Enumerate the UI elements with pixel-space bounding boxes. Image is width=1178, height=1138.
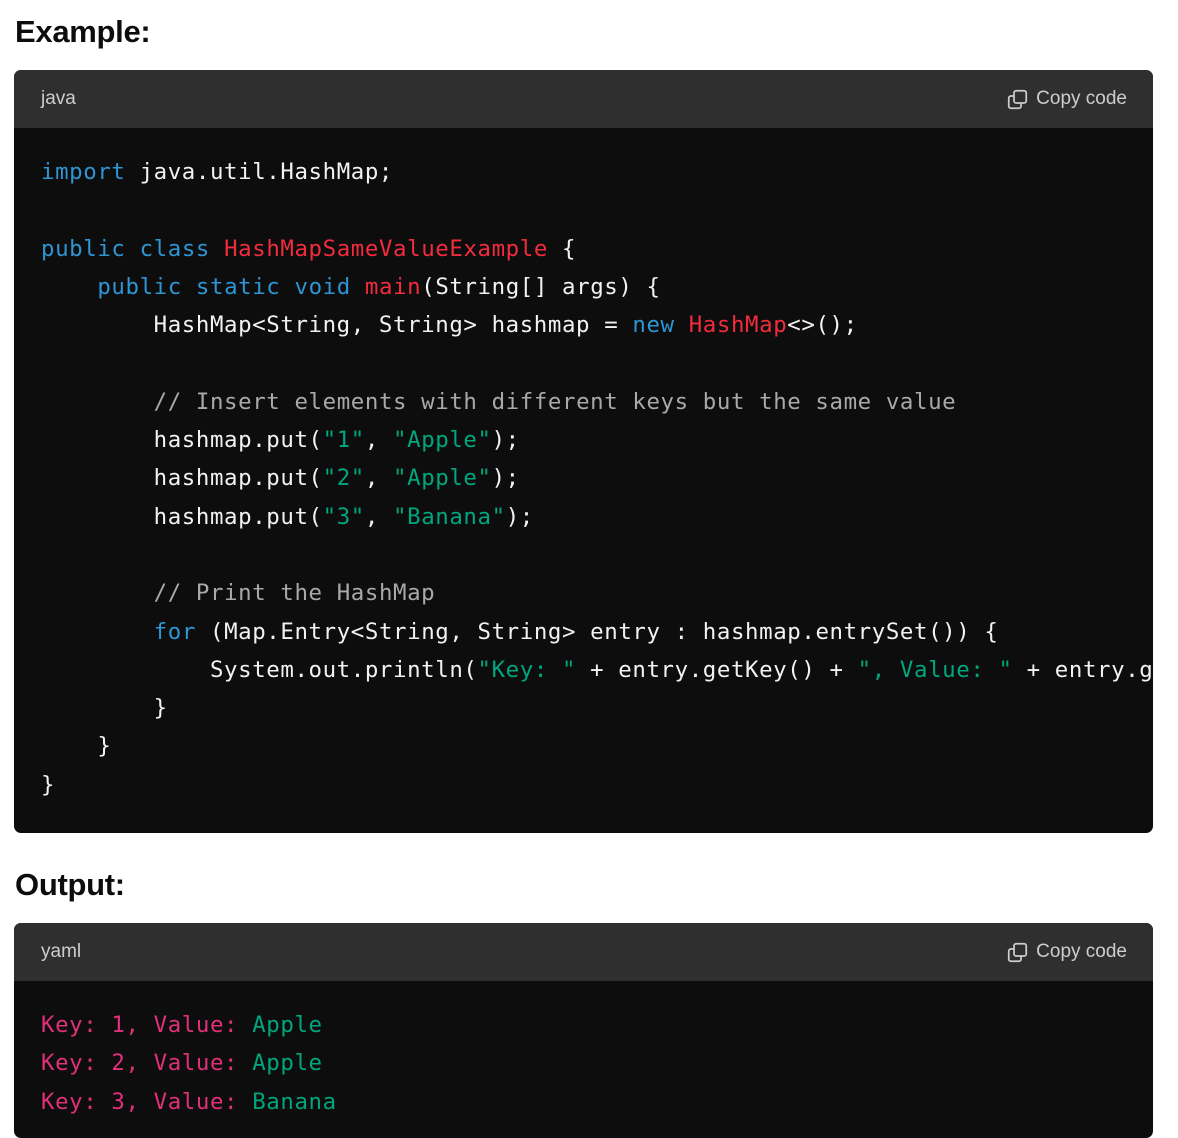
code-token: "2"	[322, 465, 365, 492]
code-token: ,	[364, 465, 394, 492]
java-code-block: java Copy code import java.util.HashMap;…	[14, 70, 1153, 833]
code-token: public	[97, 273, 182, 300]
code-token: );	[491, 427, 520, 454]
code-token: "Apple"	[393, 465, 492, 492]
code-token: static	[195, 273, 281, 300]
code-block-header: yaml Copy code	[14, 923, 1153, 981]
code-line: Key: 2, Value: Apple	[41, 1044, 1153, 1082]
output-heading: Output:	[15, 867, 125, 902]
code-line: hashmap.put("2", "Apple");	[41, 459, 1153, 497]
copy-code-button[interactable]: Copy code	[1007, 941, 1127, 963]
code-line: System.out.println("Key: " + entry.getKe…	[41, 651, 1153, 689]
code-token: Apple	[252, 1012, 323, 1038]
code-token: "Apple"	[393, 427, 492, 454]
code-line: Key: 3, Value: Banana	[41, 1083, 1153, 1121]
code-token: main	[364, 273, 422, 300]
code-token: ,	[364, 503, 394, 530]
code-token: hashmap.put(	[41, 427, 323, 454]
code-token: hashmap.put(	[41, 465, 323, 492]
code-token: ", Value: "	[857, 656, 1013, 683]
code-token: Apple	[252, 1050, 323, 1077]
code-token: import	[41, 159, 126, 185]
code-line: import java.util.HashMap;	[41, 153, 1153, 191]
code-line: }	[41, 689, 1153, 727]
code-line: Key: 1, Value: Apple	[41, 1006, 1153, 1044]
java-code-content[interactable]: import java.util.HashMap; public class Ha…	[14, 128, 1153, 804]
code-token: (Map.Entry<String, String> entry : hashm…	[195, 618, 999, 645]
code-token: "Banana"	[393, 503, 506, 530]
language-label: java	[41, 88, 76, 109]
copy-code-label: Copy code	[1036, 941, 1127, 962]
code-token: ,	[364, 427, 394, 454]
code-token: }	[41, 733, 112, 760]
code-token: {	[547, 235, 577, 262]
code-token: Key: 2, Value:	[41, 1050, 239, 1077]
copy-code-label: Copy code	[1036, 88, 1127, 109]
code-token: + entry.getVa	[1026, 656, 1153, 683]
language-label: yaml	[41, 941, 82, 962]
yaml-code-content[interactable]: Key: 1, Value: Apple Key: 2, Value: Apple…	[14, 981, 1153, 1121]
code-line: for (Map.Entry<String, String> entry : h…	[41, 613, 1153, 651]
copy-code-button[interactable]: Copy code	[1007, 88, 1127, 110]
code-line: // Print the HashMap	[41, 574, 1153, 612]
code-token: );	[491, 465, 520, 492]
code-token: }	[41, 771, 56, 798]
code-token: class	[139, 235, 210, 262]
code-line: }	[41, 766, 1153, 804]
code-token: System.out.println(	[41, 656, 478, 683]
yaml-code-block: yaml Copy code Key: 1, Value: Apple Key: …	[14, 923, 1153, 1138]
code-token: );	[505, 503, 534, 530]
code-token: <>();	[787, 312, 858, 339]
code-token: "1"	[322, 427, 365, 454]
code-block-header: java Copy code	[14, 70, 1153, 128]
code-token: HashMapSameValueExample	[224, 235, 548, 262]
code-line: hashmap.put("3", "Banana");	[41, 498, 1153, 536]
code-line: public class HashMapSameValueExample {	[41, 230, 1153, 268]
code-token: void	[294, 273, 351, 300]
code-token: new	[632, 312, 675, 339]
code-token: for	[153, 618, 196, 645]
code-token: "3"	[322, 503, 365, 530]
code-line: HashMap<String, String> hashmap = new Ha…	[41, 306, 1153, 344]
code-token: Key: 3, Value:	[41, 1088, 239, 1115]
code-line: // Insert elements with different keys b…	[41, 383, 1153, 421]
copy-icon	[1008, 942, 1028, 962]
code-token: public	[41, 235, 126, 262]
code-line: }	[41, 727, 1153, 765]
code-token: + entry.getKey() +	[576, 656, 858, 683]
code-line: public static void main(String[] args) {	[41, 268, 1153, 306]
copy-icon	[1008, 89, 1028, 109]
example-heading: Example:	[15, 14, 151, 49]
code-line: hashmap.put("1", "Apple");	[41, 421, 1153, 459]
code-token: hashmap.put(	[41, 503, 323, 530]
code-token: Banana	[252, 1088, 337, 1115]
code-token: (String[] args) {	[421, 273, 661, 300]
code-token: java.util.HashMap;	[125, 159, 394, 185]
code-token: HashMap	[688, 312, 788, 339]
code-token: "Key: "	[477, 656, 577, 683]
code-token: // Insert elements with different keys b…	[153, 388, 957, 415]
code-token: // Print the HashMap	[153, 580, 436, 607]
code-token: Key: 1, Value:	[41, 1012, 239, 1038]
code-token: HashMap<String, String> hashmap =	[41, 312, 633, 339]
code-token: }	[41, 695, 168, 722]
